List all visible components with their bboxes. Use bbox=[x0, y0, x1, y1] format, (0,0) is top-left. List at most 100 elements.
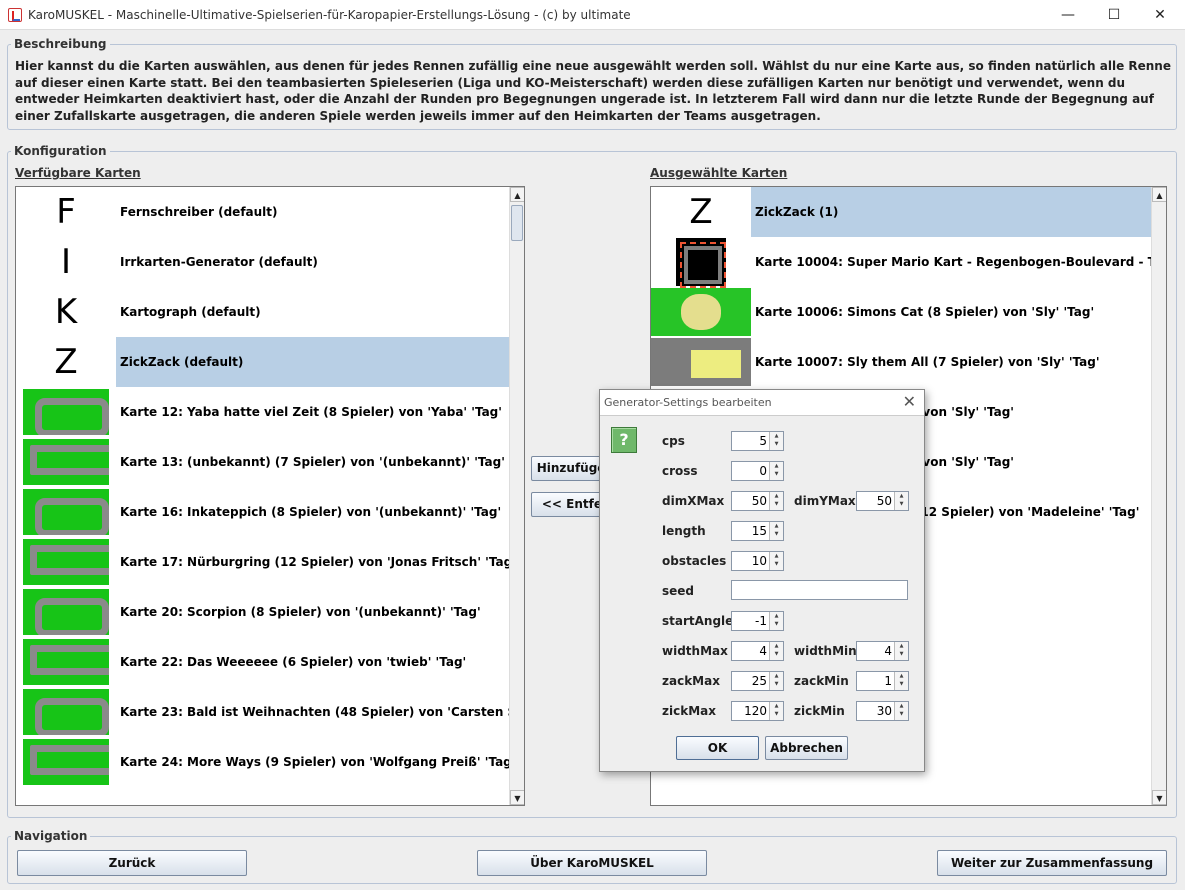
configuration-legend: Konfiguration bbox=[14, 144, 107, 158]
maximize-button[interactable]: ☐ bbox=[1091, 0, 1137, 30]
zickmax-spinner[interactable]: 120 bbox=[731, 701, 784, 721]
obstacles-spinner[interactable]: 10 bbox=[731, 551, 784, 571]
available-scrollbar[interactable]: ▲ ▼ bbox=[509, 187, 524, 805]
zackmin-spinner[interactable]: 1 bbox=[856, 671, 909, 691]
widthmax-spinner[interactable]: 4 bbox=[731, 641, 784, 661]
help-icon: ? bbox=[611, 427, 637, 453]
ok-button[interactable]: OK bbox=[676, 736, 759, 760]
scroll-thumb[interactable] bbox=[511, 205, 523, 241]
widthmin-spinner[interactable]: 4 bbox=[856, 641, 909, 661]
map-letter-icon: K bbox=[54, 292, 78, 332]
map-thumbnail-icon bbox=[16, 587, 116, 637]
description-text: Hier kannst du die Karten auswählen, aus… bbox=[15, 59, 1171, 123]
map-item-label: Karte 12: Yaba hatte viel Zeit (8 Spiele… bbox=[120, 405, 502, 419]
map-list-item[interactable]: Karte 10004: Super Mario Kart - Regenbog… bbox=[651, 237, 1151, 288]
cps-spinner[interactable]: 5 bbox=[731, 431, 784, 451]
widthmax-label: widthMax bbox=[662, 644, 728, 658]
close-button[interactable]: ✕ bbox=[1137, 0, 1183, 30]
scroll-down-icon[interactable]: ▼ bbox=[1152, 790, 1166, 805]
zackmax-spinner[interactable]: 25 bbox=[731, 671, 784, 691]
cross-spinner[interactable]: 0 bbox=[731, 461, 784, 481]
scroll-up-icon[interactable]: ▲ bbox=[1152, 187, 1166, 202]
map-list-item[interactable]: Karte 10006: Simons Cat (8 Spieler) von … bbox=[651, 287, 1151, 337]
map-thumbnail-icon bbox=[651, 287, 751, 337]
map-list-item[interactable]: Karte 20: Scorpion (8 Spieler) von '(unb… bbox=[16, 587, 509, 637]
selected-scrollbar[interactable]: ▲ ▼ bbox=[1151, 187, 1166, 805]
map-item-label: ZickZack (default) bbox=[116, 337, 509, 387]
dimymax-label: dimYMax bbox=[794, 494, 856, 508]
scroll-down-icon[interactable]: ▼ bbox=[510, 790, 524, 805]
map-list-item[interactable]: F Fernschreiber (default) bbox=[16, 187, 509, 237]
cancel-button[interactable]: Abbrechen bbox=[765, 736, 848, 760]
map-list-item[interactable]: Karte 10007: Sly them All (7 Spieler) vo… bbox=[651, 337, 1151, 387]
map-thumbnail-icon bbox=[16, 637, 116, 687]
map-list-item[interactable]: K Kartograph (default) bbox=[16, 287, 509, 337]
available-maps-label: Verfügbare Karten bbox=[15, 166, 141, 180]
map-item-label: Karte 22: Das Weeeeee (6 Spieler) von 't… bbox=[120, 655, 467, 669]
app-icon bbox=[8, 8, 22, 22]
map-list-item[interactable]: Z ZickZack (default) bbox=[16, 337, 509, 387]
dialog-title-bar: Generator-Settings bearbeiten ✕ bbox=[600, 390, 924, 416]
map-list-item[interactable]: Karte 17: Nürburgring (12 Spieler) von '… bbox=[16, 537, 509, 587]
map-item-label: Karte 20: Scorpion (8 Spieler) von '(unb… bbox=[120, 605, 481, 619]
seed-input[interactable] bbox=[731, 580, 908, 600]
map-item-label: Karte 17: Nürburgring (12 Spieler) von '… bbox=[120, 555, 509, 569]
zackmin-label: zackMin bbox=[794, 674, 849, 688]
map-list-item[interactable]: Karte 13: (unbekannt) (7 Spieler) von '(… bbox=[16, 437, 509, 487]
map-item-label: Fernschreiber (default) bbox=[120, 205, 278, 219]
map-item-label: Karte 24: More Ways (9 Spieler) von 'Wol… bbox=[120, 755, 509, 769]
map-thumbnail-icon bbox=[16, 537, 116, 587]
dimymax-spinner[interactable]: 50 bbox=[856, 491, 909, 511]
zickmax-label: zickMax bbox=[662, 704, 716, 718]
dimxmax-label: dimXMax bbox=[662, 494, 725, 508]
dialog-close-icon[interactable]: ✕ bbox=[903, 392, 916, 411]
dimxmax-spinner[interactable]: 50 bbox=[731, 491, 784, 511]
zackmax-label: zackMax bbox=[662, 674, 720, 688]
map-list-item[interactable]: Z ZickZack (1) bbox=[651, 187, 1151, 237]
title-bar: KaroMUSKEL - Maschinelle-Ultimative-Spie… bbox=[0, 0, 1185, 30]
map-list-item[interactable]: Karte 12: Yaba hatte viel Zeit (8 Spiele… bbox=[16, 387, 509, 437]
map-item-label: Karte 10004: Super Mario Kart - Regenbog… bbox=[755, 255, 1151, 269]
selected-maps-label: Ausgewählte Karten bbox=[650, 166, 788, 180]
map-letter-icon: Z bbox=[54, 342, 78, 382]
obstacles-label: obstacles bbox=[662, 554, 727, 568]
length-label: length bbox=[662, 524, 706, 538]
zickmin-label: zickMin bbox=[794, 704, 845, 718]
seed-label: seed bbox=[662, 584, 695, 598]
zickmin-spinner[interactable]: 30 bbox=[856, 701, 909, 721]
map-item-label: Karte 23: Bald ist Weihnachten (48 Spiel… bbox=[120, 705, 509, 719]
map-thumbnail-icon bbox=[16, 487, 116, 537]
cps-label: cps bbox=[662, 434, 685, 448]
map-thumbnail-icon bbox=[16, 737, 116, 787]
available-maps-list[interactable]: Karte 24: More Ways (9 Spieler) von 'Wol… bbox=[15, 186, 525, 806]
map-thumbnail-icon bbox=[651, 337, 751, 387]
length-spinner[interactable]: 15 bbox=[731, 521, 784, 541]
map-item-label: Kartograph (default) bbox=[120, 305, 261, 319]
startangle-spinner[interactable]: -1 bbox=[731, 611, 784, 631]
next-summary-button[interactable]: Weiter zur Zusammenfassung bbox=[937, 850, 1167, 876]
generator-settings-dialog: Generator-Settings bearbeiten ✕ ? cps 5 … bbox=[599, 389, 925, 772]
widthmin-label: widthMin bbox=[794, 644, 857, 658]
map-list-item[interactable]: Karte 22: Das Weeeeee (6 Spieler) von 't… bbox=[16, 637, 509, 687]
map-letter-icon: F bbox=[56, 192, 76, 232]
map-list-item[interactable]: Karte 24: More Ways (9 Spieler) von 'Wol… bbox=[16, 737, 509, 787]
about-button[interactable]: Über KaroMUSKEL bbox=[477, 850, 707, 876]
map-list-item[interactable]: Karte 23: Bald ist Weihnachten (48 Spiel… bbox=[16, 687, 509, 737]
minimize-button[interactable]: — bbox=[1045, 0, 1091, 30]
map-thumbnail-icon bbox=[16, 437, 116, 487]
scroll-up-icon[interactable]: ▲ bbox=[510, 187, 524, 202]
navigation-legend: Navigation bbox=[14, 829, 88, 843]
map-letter-icon: Z bbox=[689, 192, 713, 232]
map-item-label: Karte 16: Inkateppich (8 Spieler) von '(… bbox=[120, 505, 502, 519]
map-list-item[interactable]: I Irrkarten-Generator (default) bbox=[16, 237, 509, 287]
map-thumbnail-icon bbox=[16, 687, 116, 737]
dialog-title: Generator-Settings bearbeiten bbox=[604, 396, 772, 409]
map-item-label: Karte 13: (unbekannt) (7 Spieler) von '(… bbox=[120, 455, 505, 469]
map-letter-icon: I bbox=[60, 242, 72, 282]
back-button[interactable]: Zurück bbox=[17, 850, 247, 876]
map-thumbnail-icon bbox=[16, 387, 116, 437]
map-item-label: ZickZack (1) bbox=[751, 187, 1151, 237]
map-thumbnail-icon bbox=[651, 237, 751, 288]
map-list-item[interactable]: Karte 16: Inkateppich (8 Spieler) von '(… bbox=[16, 487, 509, 537]
map-item-label: Karte 10006: Simons Cat (8 Spieler) von … bbox=[755, 305, 1095, 319]
